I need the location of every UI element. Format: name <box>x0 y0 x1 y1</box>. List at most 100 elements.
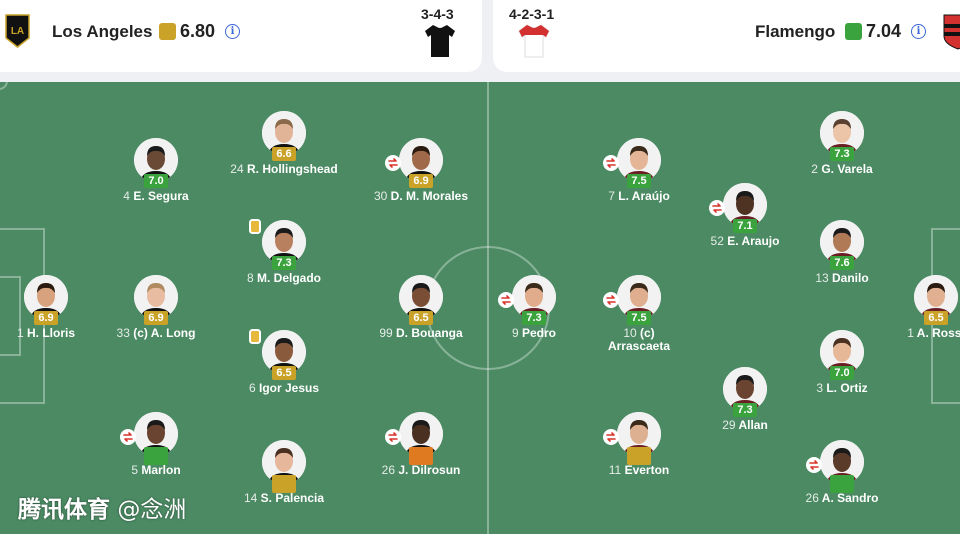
player-number: 11 <box>608 463 622 477</box>
player-card[interactable]: 7.0 4 E. Segura <box>96 138 216 203</box>
player-name: 6 Igor Jesus <box>224 382 344 395</box>
player-name-text: Pedro <box>522 326 557 340</box>
player-name-text: (c) Arrascaeta <box>607 326 671 353</box>
player-card[interactable]: 7.3 8 M. Delgado <box>224 220 344 285</box>
player-rating-badge <box>144 447 168 465</box>
player-name-text: Everton <box>624 463 670 477</box>
away-team-header: 4-2-3-1 Flamengo 7.04 i <box>493 0 960 72</box>
player-card[interactable]: 26 A. Sandro <box>782 440 902 505</box>
player-name-text: D. M. Morales <box>390 189 469 203</box>
player-name: 7 L. Araújo <box>579 190 699 203</box>
player-rating-badge: 6.5 <box>272 366 296 380</box>
player-rating-badge <box>409 447 433 465</box>
player-rating-badge: 6.9 <box>144 311 168 325</box>
player-number: 13 <box>815 271 829 285</box>
substitution-icon <box>603 429 619 445</box>
watermark: 腾讯体育 @念洲 <box>18 497 187 523</box>
substitution-icon <box>120 429 136 445</box>
substitution-icon <box>498 292 514 308</box>
away-formation: 4-2-3-1 <box>509 6 555 22</box>
player-rating-badge: 7.6 <box>830 256 854 270</box>
away-team-rating: 7.04 <box>866 21 902 41</box>
flamengo-logo <box>943 14 960 50</box>
player-rating-badge <box>627 447 651 465</box>
info-icon[interactable]: i <box>911 24 926 39</box>
player-name-text: R. Hollingshead <box>247 162 338 176</box>
home-formation: 3-4-3 <box>421 6 454 22</box>
player-name-text: (c) A. Long <box>133 326 196 340</box>
home-rating-square <box>159 23 176 40</box>
player-name: 10 (c) Arrascaeta <box>579 327 699 353</box>
player-card[interactable]: 6.9 1 H. Lloris <box>0 275 106 340</box>
player-number: 24 <box>230 162 244 176</box>
player-number: 1 <box>907 326 914 340</box>
player-rating-badge <box>830 475 854 493</box>
player-rating-badge <box>272 475 296 493</box>
player-card[interactable]: 6.9 33 (c) A. Long <box>96 275 216 340</box>
player-number: 30 <box>373 189 388 203</box>
player-number: 14 <box>243 491 258 505</box>
player-name-text: L. Ortiz <box>826 381 868 395</box>
player-name: 9 Pedro <box>474 327 594 340</box>
player-rating-badge: 7.3 <box>272 256 296 270</box>
player-card[interactable]: 11 Everton <box>579 412 699 477</box>
info-icon[interactable]: i <box>225 24 240 39</box>
player-number: 33 <box>116 326 130 340</box>
player-rating-badge: 6.6 <box>272 147 296 161</box>
player-card[interactable]: 7.5 10 (c) Arrascaeta <box>579 275 699 353</box>
player-card[interactable]: 6.6 24 R. Hollingshead <box>224 111 344 176</box>
player-name-text: E. Segura <box>133 189 189 203</box>
player-card[interactable]: 6.5 99 D. Bouanga <box>361 275 481 340</box>
player-number: 4 <box>123 189 130 203</box>
player-number: 3 <box>816 381 823 395</box>
player-card[interactable]: 7.3 29 Allan <box>685 367 805 432</box>
player-card[interactable]: 7.3 2 G. Varela <box>782 111 902 176</box>
player-rating-badge: 6.5 <box>409 311 433 325</box>
player-card[interactable]: 7.3 9 Pedro <box>474 275 594 340</box>
player-name: 26 J. Dilrosun <box>361 464 481 477</box>
player-name: 26 A. Sandro <box>782 492 902 505</box>
player-card[interactable]: 6.5 6 Igor Jesus <box>224 330 344 395</box>
player-number: 29 <box>722 418 736 432</box>
player-name: 14 S. Palencia <box>224 492 344 505</box>
player-name: 8 M. Delgado <box>224 272 344 285</box>
home-kit-jersey-icon <box>424 24 456 63</box>
player-name-text: S. Palencia <box>260 491 325 505</box>
player-card[interactable]: 5 Marlon <box>96 412 216 477</box>
substitution-icon <box>709 200 725 216</box>
home-team-name: Los Angeles <box>52 22 153 41</box>
player-name: 2 G. Varela <box>782 163 902 176</box>
player-rating-badge: 7.1 <box>733 219 757 233</box>
player-name: 99 D. Bouanga <box>361 327 481 340</box>
player-rating-badge: 7.3 <box>830 147 854 161</box>
player-card[interactable]: 26 J. Dilrosun <box>361 412 481 477</box>
player-number: 52 <box>710 234 724 248</box>
player-name: 11 Everton <box>579 464 699 477</box>
player-number: 1 <box>16 326 24 340</box>
player-rating-badge: 6.9 <box>34 311 58 325</box>
substitution-icon <box>385 155 401 171</box>
player-number: 7 <box>608 189 615 203</box>
player-card[interactable]: 14 S. Palencia <box>224 440 344 505</box>
player-name: 29 Allan <box>685 419 805 432</box>
player-name: 24 R. Hollingshead <box>224 163 344 176</box>
player-name-text: H. Lloris <box>27 326 76 340</box>
player-name: 5 Marlon <box>96 464 216 477</box>
away-kit-jersey-icon <box>518 24 550 63</box>
player-number: 26 <box>805 491 819 505</box>
player-name: 30 D. M. Morales <box>361 190 481 203</box>
player-card[interactable]: 6.9 30 D. M. Morales <box>361 138 481 203</box>
substitution-icon <box>603 292 619 308</box>
player-name-text: A. Rossi <box>916 326 960 340</box>
player-name-text: Marlon <box>141 463 181 477</box>
home-team-header: LA Los Angeles 6.80 i 3-4-3 <box>0 0 482 72</box>
player-number: 10 <box>623 326 637 340</box>
player-name: 1 H. Lloris <box>0 327 106 340</box>
player-name-text: A. Sandro <box>821 491 879 505</box>
player-card[interactable]: 7.5 7 L. Araújo <box>579 138 699 203</box>
pitch: 7.0 4 E. Segura 6.6 24 R. Hollingshead 6.9 30… <box>0 82 960 534</box>
player-rating-badge: 7.0 <box>144 174 168 188</box>
player-number: 26 <box>381 463 395 477</box>
player-rating-badge: 7.5 <box>627 174 651 188</box>
away-rating-square <box>845 23 862 40</box>
